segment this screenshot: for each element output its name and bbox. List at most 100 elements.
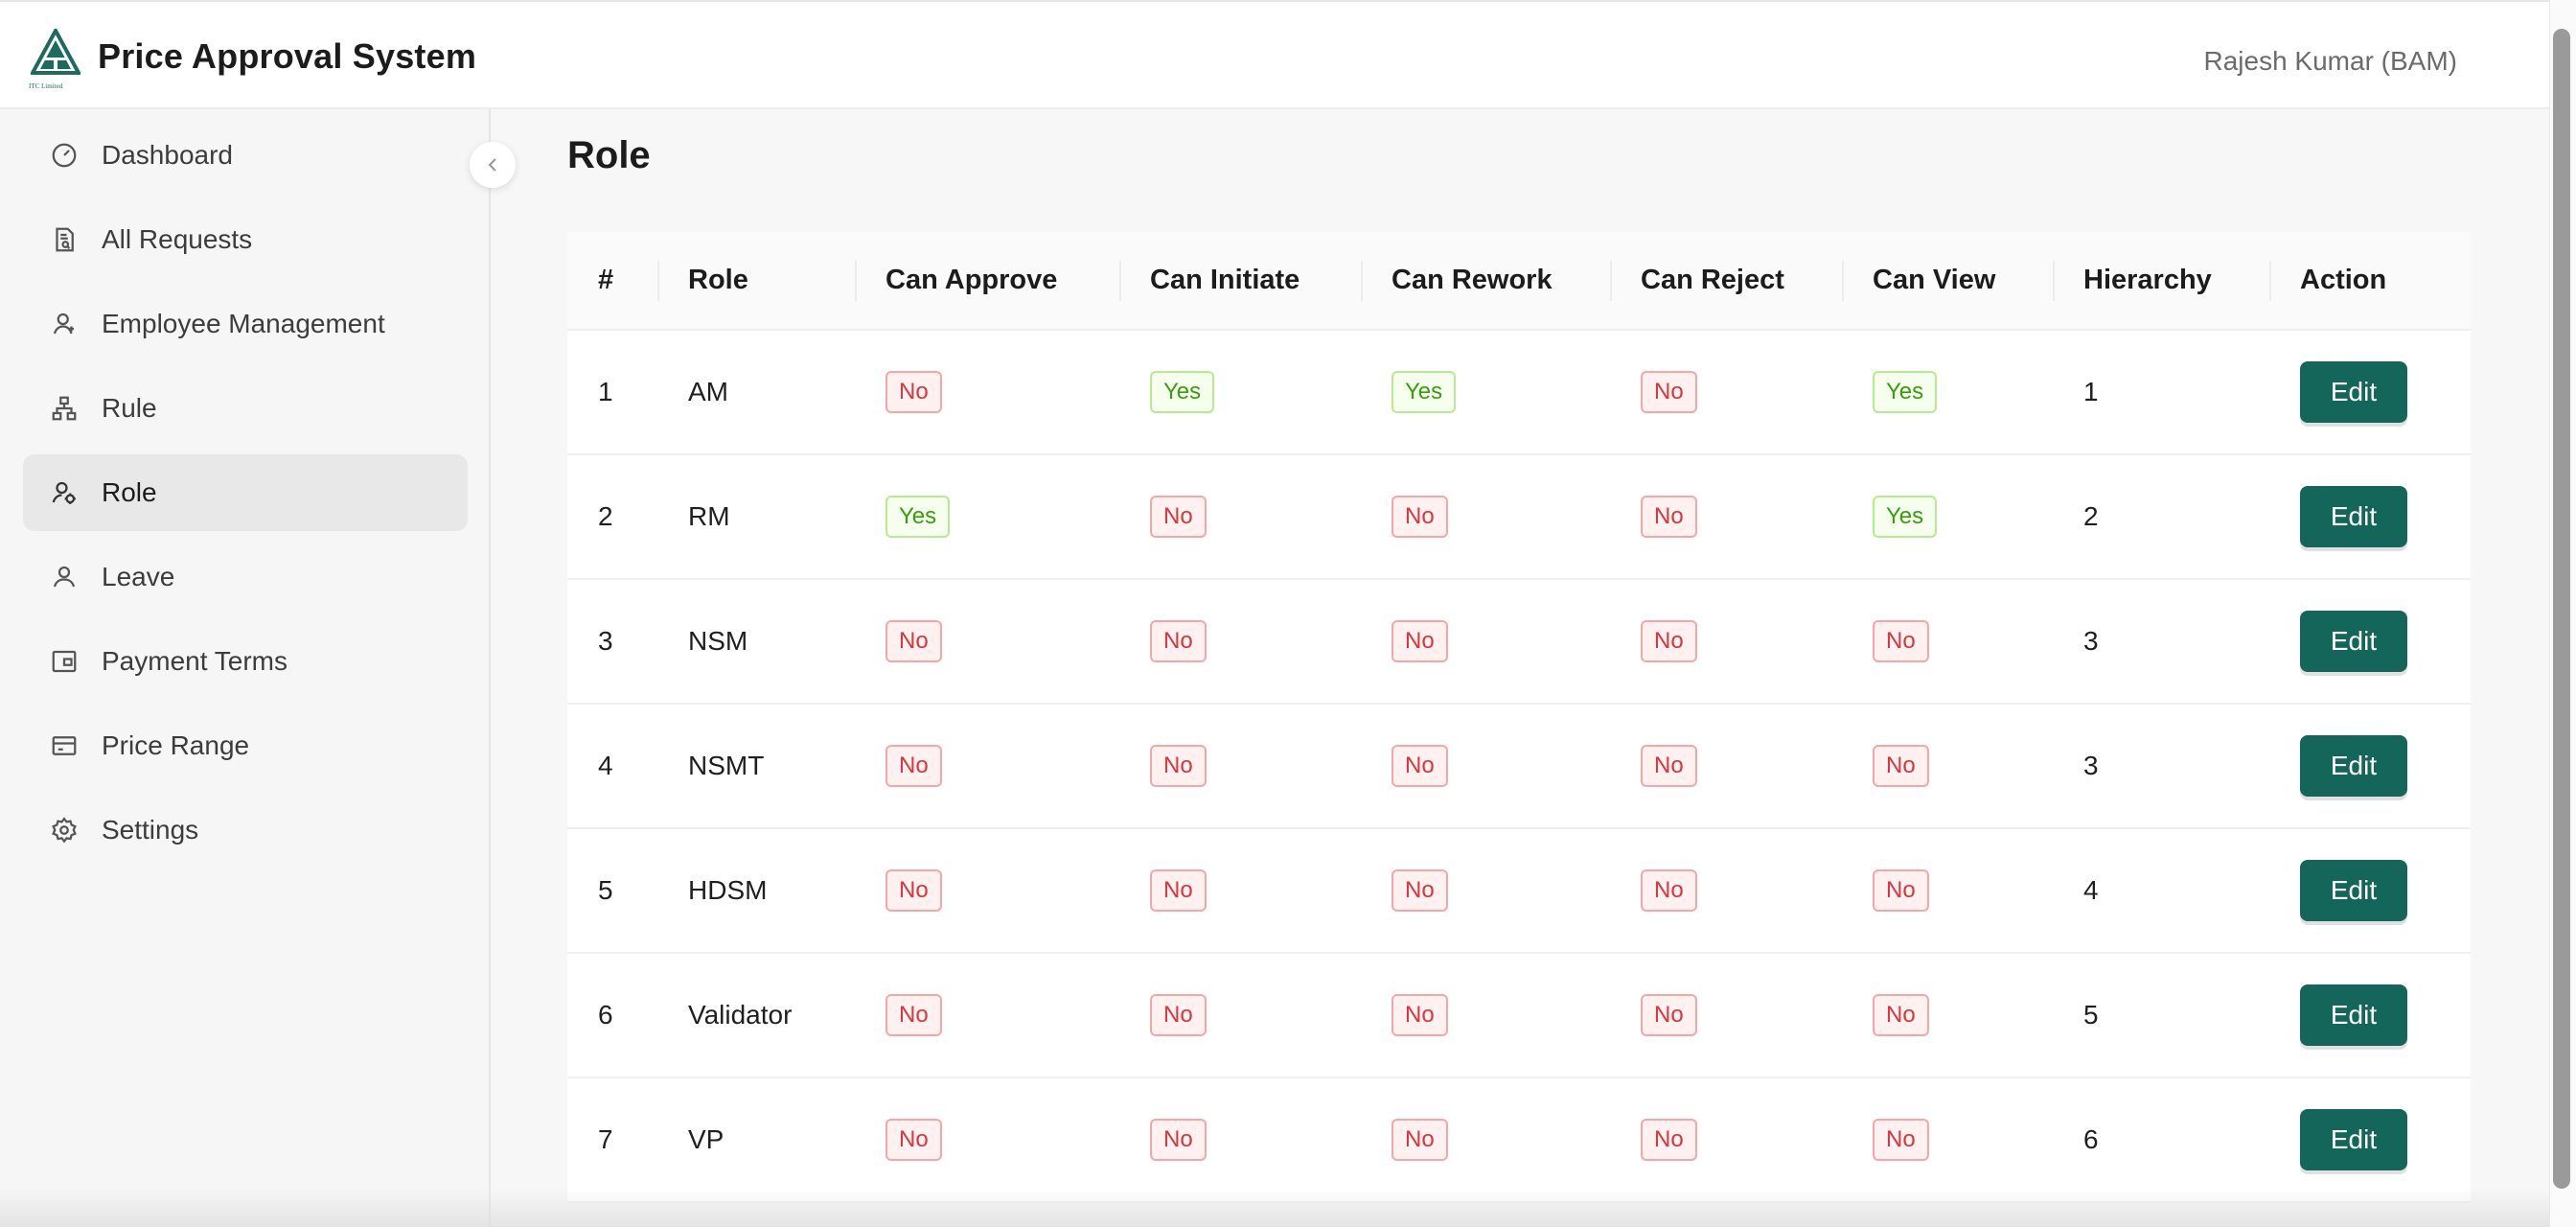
edit-button[interactable]: Edit [2300,486,2407,547]
sidebar-item-settings[interactable]: Settings [23,792,468,868]
can-view-tag: No [1873,869,1929,912]
can-view-tag: No [1873,745,1929,787]
sidebar-item-label: Price Range [102,730,250,760]
table-row: 2 RM Yes No No No Yes 2 Edit [567,454,2471,580]
can-rework-tag: No [1392,869,1448,912]
permission-cell: No [1361,454,1610,580]
can-reject-tag: No [1641,1119,1697,1161]
action-cell: Edit [2269,330,2471,455]
permission-cell: No [855,704,1119,829]
role-name: Validator [657,953,855,1078]
sidebar-item-price-range[interactable]: Price Range [23,707,468,784]
permission-cell: No [1610,953,1842,1078]
can-initiate-tag: No [1150,1119,1207,1161]
can-rework-tag: No [1392,745,1448,787]
row-number: 4 [567,704,657,829]
permission-cell: No [1842,953,2053,1078]
permission-cell: No [855,828,1119,954]
can-approve-tag: No [886,994,942,1036]
credit-card-icon [50,731,79,760]
can-approve-tag: No [886,1119,942,1161]
permission-cell: No [1361,1077,1610,1203]
user-icon [50,563,79,591]
sidebar-item-role[interactable]: Role [23,454,468,531]
sidebar-item-label: Settings [102,815,199,845]
permission-cell: No [1361,828,1610,954]
column-header-hierarchy: Hierarchy [2053,232,2269,331]
gear-icon [50,816,79,845]
column-header-action: Action [2269,232,2471,331]
itc-logo [31,29,80,75]
edit-button[interactable]: Edit [2300,735,2407,797]
can-approve-tag: No [886,371,942,413]
action-cell: Edit [2269,953,2471,1078]
role-name: NSMT [657,704,855,829]
permission-cell: No [1119,953,1361,1078]
hierarchy-icon [50,394,79,423]
can-reject-tag: No [1641,994,1697,1036]
table-row: 6 Validator No No No No No 5 Edit [567,953,2471,1078]
can-view-tag: No [1873,994,1929,1036]
user-settings-icon [50,478,79,507]
permission-cell: Yes [1842,330,2053,455]
permission-cell: Yes [1361,330,1610,455]
chevron-left-icon [488,158,496,172]
can-approve-tag: Yes [886,496,951,538]
action-cell: Edit [2269,454,2471,580]
hierarchy-value: 3 [2053,704,2269,829]
hierarchy-value: 4 [2053,828,2269,954]
dashboard-icon [50,141,79,170]
sidebar-item-employee-management[interactable]: Employee Management [23,286,468,362]
hierarchy-value: 5 [2053,953,2269,1078]
can-view-tag: No [1873,1119,1929,1161]
column-header-can-initiate: Can Initiate [1119,232,1361,331]
edit-button[interactable]: Edit [2300,611,2407,672]
permission-cell: No [1119,828,1361,954]
can-initiate-tag: No [1150,620,1207,662]
can-initiate-tag: Yes [1150,371,1215,413]
can-reject-tag: No [1641,745,1697,787]
sidebar-collapse-button[interactable] [470,142,516,188]
action-cell: Edit [2269,579,2471,705]
permission-cell: No [1610,1077,1842,1203]
can-view-tag: No [1873,620,1929,662]
sidebar-item-label: Leave [102,562,175,591]
can-initiate-tag: No [1150,994,1207,1036]
permission-cell: No [1119,1077,1361,1203]
table-row: 1 AM No Yes Yes No Yes 1 Edit [567,330,2471,455]
can-initiate-tag: No [1150,869,1207,912]
edit-button[interactable]: Edit [2300,984,2407,1046]
can-rework-tag: No [1392,994,1448,1036]
sidebar-item-all-requests[interactable]: All Requests [23,201,468,278]
can-initiate-tag: No [1150,745,1207,787]
sidebar-item-payment-terms[interactable]: Payment Terms [23,623,468,700]
permission-cell: No [1610,454,1842,580]
user-icon [50,310,79,338]
column-header-can-view: Can View [1842,232,2053,331]
permission-cell: No [1361,704,1610,829]
app-title: Price Approval System [98,36,477,76]
sidebar-item-label: Dashboard [102,140,233,170]
role-name: RM [657,454,855,580]
permission-cell: No [1610,828,1842,954]
action-cell: Edit [2269,1077,2471,1203]
column-header-can-approve: Can Approve [855,232,1119,331]
permission-cell: No [1610,579,1842,705]
edit-button[interactable]: Edit [2300,361,2407,423]
column-header-can-reject: Can Reject [1610,232,1842,331]
edit-button[interactable]: Edit [2300,1109,2407,1170]
can-rework-tag: Yes [1392,371,1457,413]
sidebar-item-dashboard[interactable]: Dashboard [23,117,468,194]
sidebar-item-rule[interactable]: Rule [23,370,468,447]
row-number: 6 [567,953,657,1078]
row-number: 7 [567,1077,657,1203]
user-name[interactable]: Rajesh Kumar (BAM) [2203,46,2457,77]
sidebar-item-label: All Requests [102,224,253,254]
scrollbar-thumb[interactable] [2553,29,2570,1189]
permission-cell: No [1610,330,1842,455]
edit-button[interactable]: Edit [2300,860,2407,921]
permission-cell: No [855,579,1119,705]
sidebar-item-label: Role [102,477,157,507]
sidebar-item-leave[interactable]: Leave [23,539,468,615]
can-approve-tag: No [886,869,942,912]
